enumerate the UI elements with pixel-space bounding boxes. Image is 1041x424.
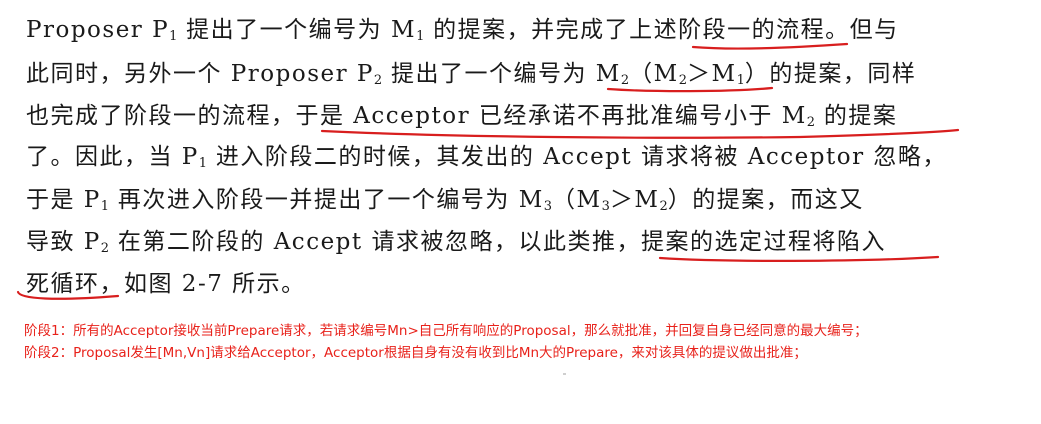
paragraph-line-1: Proposer P1 提出了一个编号为 M1 的提案，并完成了上述阶段一的流程… bbox=[26, 17, 899, 44]
paragraph-line-4: 了。因此，当 P1 进入阶段二的时候，其发出的 Accept 请求将被 Acce… bbox=[26, 144, 947, 171]
document-page: Proposer P1 提出了一个编号为 M1 的提案，并完成了上述阶段一的流程… bbox=[0, 0, 1041, 424]
annotation-note-phase-2: 阶段2：Proposal发生[Mn,Vn]请求给Acceptor，Accepto… bbox=[24, 345, 807, 361]
paragraph-line-3: 也完成了阶段一的流程，于是 Acceptor 已经承诺不再批准编号小于 M2 的… bbox=[26, 103, 898, 130]
stray-dot bbox=[563, 373, 566, 375]
annotation-note-phase-1: 阶段1：所有的Acceptor接收当前Prepare请求，若请求编号Mn>自己所… bbox=[24, 323, 868, 339]
paragraph-line-5: 于是 P1 再次进入阶段一并提出了一个编号为 M3（M3＞M2）的提案，而这又 bbox=[26, 187, 864, 214]
paragraph-line-2: 此同时，另外一个 Proposer P2 提出了一个编号为 M2（M2＞M1）的… bbox=[26, 61, 917, 88]
paragraph-line-6: 导致 P2 在第二阶段的 Accept 请求被忽略，以此类推，提案的选定过程将陷… bbox=[26, 229, 886, 256]
paragraph-line-7: 死循环，如图 2-7 所示。 bbox=[26, 271, 306, 297]
